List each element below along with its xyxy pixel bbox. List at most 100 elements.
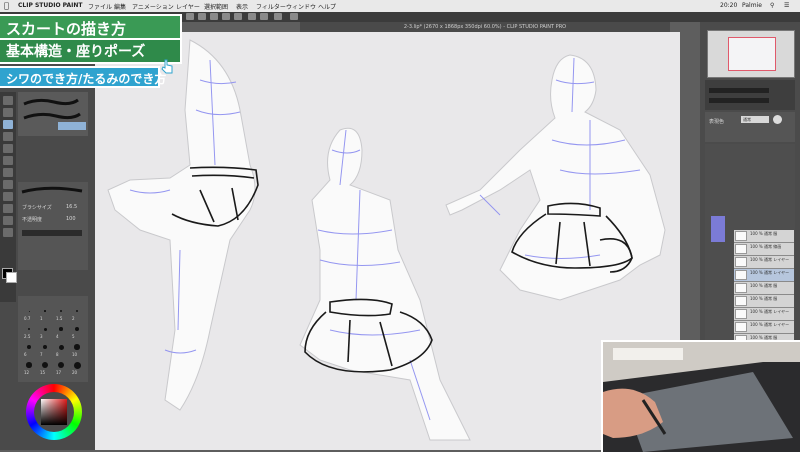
command-button[interactable]	[210, 13, 218, 20]
brush-size-dot	[59, 327, 63, 331]
brush-size-dot	[27, 345, 31, 349]
menu-list-icon[interactable]: ☰	[784, 2, 789, 9]
brush-size-label: 1.5	[56, 316, 63, 321]
video-title-line1: スカートの描き方	[0, 14, 182, 40]
size-value[interactable]: 16.5	[66, 204, 77, 210]
pointer-hand-icon	[160, 58, 174, 74]
menu-file[interactable]: ファイル	[88, 2, 112, 11]
brush-size-cell[interactable]: 17	[54, 360, 68, 376]
menu-app-name[interactable]: CLIP STUDIO PAINT	[18, 2, 82, 9]
brush-size-label: 5	[72, 334, 75, 339]
brush-size-label: 8	[56, 352, 59, 357]
brush-size-dot	[27, 327, 31, 331]
brush-size-cell[interactable]: 8	[54, 342, 68, 358]
layer-property-panel: 表現色 通常	[705, 112, 795, 142]
layer-row[interactable]: 100 % 通常 服	[734, 295, 794, 308]
blend-mode-select[interactable]: 通常	[741, 116, 769, 123]
brush-size-cell[interactable]: 5	[70, 324, 84, 340]
brush-size-label: 12	[24, 370, 30, 375]
brush-size-cell[interactable]: 20	[70, 360, 84, 376]
command-button[interactable]	[260, 13, 268, 20]
brush-size-cell[interactable]: 0.7	[22, 306, 36, 322]
brush-size-cell[interactable]: 12	[22, 360, 36, 376]
size-label: ブラシサイズ	[22, 205, 52, 211]
brush-size-cell[interactable]: 15	[38, 360, 52, 376]
layer-row[interactable]: 100 % 通常 レイヤー	[734, 269, 794, 282]
brush-size-label: 20	[72, 370, 78, 375]
frame-tool-icon[interactable]	[3, 204, 13, 213]
brush-size-label: 1	[40, 316, 43, 321]
eyedropper-tool-icon[interactable]	[3, 216, 13, 225]
ruler-tool-icon[interactable]	[3, 192, 13, 201]
command-button[interactable]	[290, 13, 298, 20]
navigator-preview[interactable]	[707, 30, 795, 78]
webcam-overlay	[601, 340, 800, 452]
menu-animation[interactable]: アニメーション	[132, 2, 174, 11]
select-tool-icon[interactable]	[3, 108, 13, 117]
density-slider[interactable]	[22, 230, 82, 236]
layer-row[interactable]: 100 % 通常 レイヤー	[734, 256, 794, 269]
layer-row[interactable]: 100 % 通常 服	[734, 230, 794, 243]
layer-row[interactable]: 100 % 通常 線画	[734, 243, 794, 256]
sub-color-swatch[interactable]	[6, 272, 17, 283]
color-option-icon[interactable]	[773, 115, 782, 124]
brush-size-label: 2.5	[24, 334, 31, 339]
brush-size-cell[interactable]: 6	[22, 342, 36, 358]
layer-row[interactable]: 100 % 通常 服	[734, 282, 794, 295]
brush-size-cell[interactable]: 1	[38, 306, 52, 322]
navigator-viewport[interactable]	[728, 37, 776, 71]
fill-tool-icon[interactable]	[3, 156, 13, 165]
brush-size-cell[interactable]: 1.5	[54, 306, 68, 322]
menu-view[interactable]: 表示	[236, 2, 248, 11]
apple-icon[interactable]: 	[4, 1, 9, 10]
color-wheel-panel	[18, 382, 88, 448]
brush-size-cell[interactable]: 3	[38, 324, 52, 340]
layer-row[interactable]: 100 % 通常 レイヤー	[734, 321, 794, 334]
command-button[interactable]	[234, 13, 242, 20]
brush-size-dot	[75, 309, 79, 313]
brush-size-label: 0.7	[24, 316, 31, 321]
document-title: 2-3.lip* (2670 x 1868px 350dpi 60.0%) - …	[300, 22, 670, 32]
command-button[interactable]	[198, 13, 206, 20]
brush-size-cell[interactable]: 2	[70, 306, 84, 322]
brush-size-cell[interactable]: 2.5	[22, 324, 36, 340]
command-button[interactable]	[274, 13, 282, 20]
layer-row[interactable]: 100 % 通常 レイヤー	[734, 308, 794, 321]
user-name[interactable]: Palmie	[742, 2, 762, 9]
menu-selection[interactable]: 選択範囲	[204, 2, 228, 11]
menu-help[interactable]: ヘルプ	[318, 2, 336, 11]
brush-size-label: 4	[56, 334, 59, 339]
brush-size-cell[interactable]: 10	[70, 342, 84, 358]
command-button[interactable]	[248, 13, 256, 20]
density-value[interactable]: 100	[66, 216, 76, 222]
hand-tool-icon[interactable]	[3, 228, 13, 237]
drawing-canvas[interactable]	[95, 32, 680, 450]
gradient-tool-icon[interactable]	[3, 168, 13, 177]
saturation-value-square[interactable]	[41, 399, 67, 425]
tablet-hand-video	[603, 342, 800, 452]
brush-tool-icon[interactable]	[3, 132, 13, 141]
command-button[interactable]	[222, 13, 230, 20]
layer-thumbnail	[735, 231, 747, 241]
text-tool-icon[interactable]	[3, 180, 13, 189]
menu-edit[interactable]: 編集	[114, 2, 126, 11]
menu-filter[interactable]: フィルター	[256, 2, 286, 11]
brush-size-dot	[28, 310, 30, 312]
rotate-slider[interactable]	[709, 98, 769, 103]
layer-thumbnail	[735, 296, 747, 306]
menu-layer[interactable]: レイヤー	[176, 2, 200, 11]
brush-size-dot	[75, 327, 79, 331]
pen-tool-icon[interactable]	[3, 120, 13, 129]
brush-size-cell[interactable]: 4	[54, 324, 68, 340]
brush-size-cell[interactable]: 7	[38, 342, 52, 358]
blend-mode-label: 表現色	[709, 119, 725, 125]
layer-name: 100 % 通常 服	[750, 283, 778, 288]
eraser-tool-icon[interactable]	[3, 144, 13, 153]
menu-window[interactable]: ウィンドウ	[286, 2, 316, 11]
search-icon[interactable]: ⚲	[770, 2, 774, 9]
sub-tool-panel	[18, 92, 88, 136]
command-button[interactable]	[186, 13, 194, 20]
move-tool-icon[interactable]	[3, 96, 13, 105]
zoom-slider[interactable]	[709, 88, 769, 93]
brush-size-label: 7	[40, 352, 43, 357]
